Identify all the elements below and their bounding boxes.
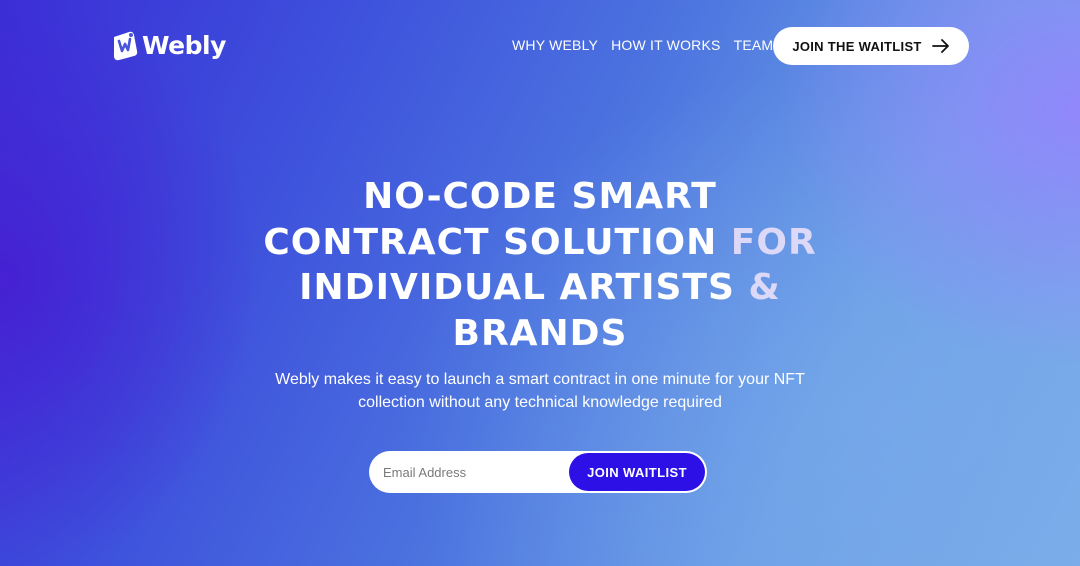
waitlist-form: JOIN WAITLIST — [369, 451, 707, 493]
join-waitlist-button[interactable]: JOIN WAITLIST — [569, 453, 705, 491]
hero-title-line-1-text: NO-CODE SMART — [363, 176, 717, 217]
hero-subtitle-line-2: collection without any technical knowled… — [358, 393, 722, 411]
hero-title-line-4: BRANDS — [453, 313, 628, 354]
hero-title-line-2-text: CONTRACT SOLUTION — [263, 221, 731, 263]
hero-title-line-4-text: BRANDS — [452, 312, 628, 354]
hero-title-line-3-text: INDIVIDUAL ARTISTS — [299, 267, 749, 308]
hero-title-line-1: NO-CODE SMART — [363, 176, 717, 217]
hero-subtitle-line-1: Webly makes it easy to launch a smart co… — [275, 371, 805, 388]
email-input[interactable] — [369, 451, 569, 493]
hero-title: NO-CODE SMART CONTRACT SOLUTION FOR INDI… — [190, 174, 890, 356]
hero-subtitle: Webly makes it easy to launch a smart co… — [215, 369, 865, 414]
hero-title-accent-ampersand: & — [748, 267, 781, 308]
hero-title-line-3: INDIVIDUAL ARTISTS & — [299, 267, 781, 308]
hero-title-line-2: CONTRACT SOLUTION FOR — [263, 222, 816, 263]
hero-title-accent-for: FOR — [730, 221, 817, 263]
hero-section: NO-CODE SMART CONTRACT SOLUTION FOR INDI… — [0, 0, 1080, 566]
